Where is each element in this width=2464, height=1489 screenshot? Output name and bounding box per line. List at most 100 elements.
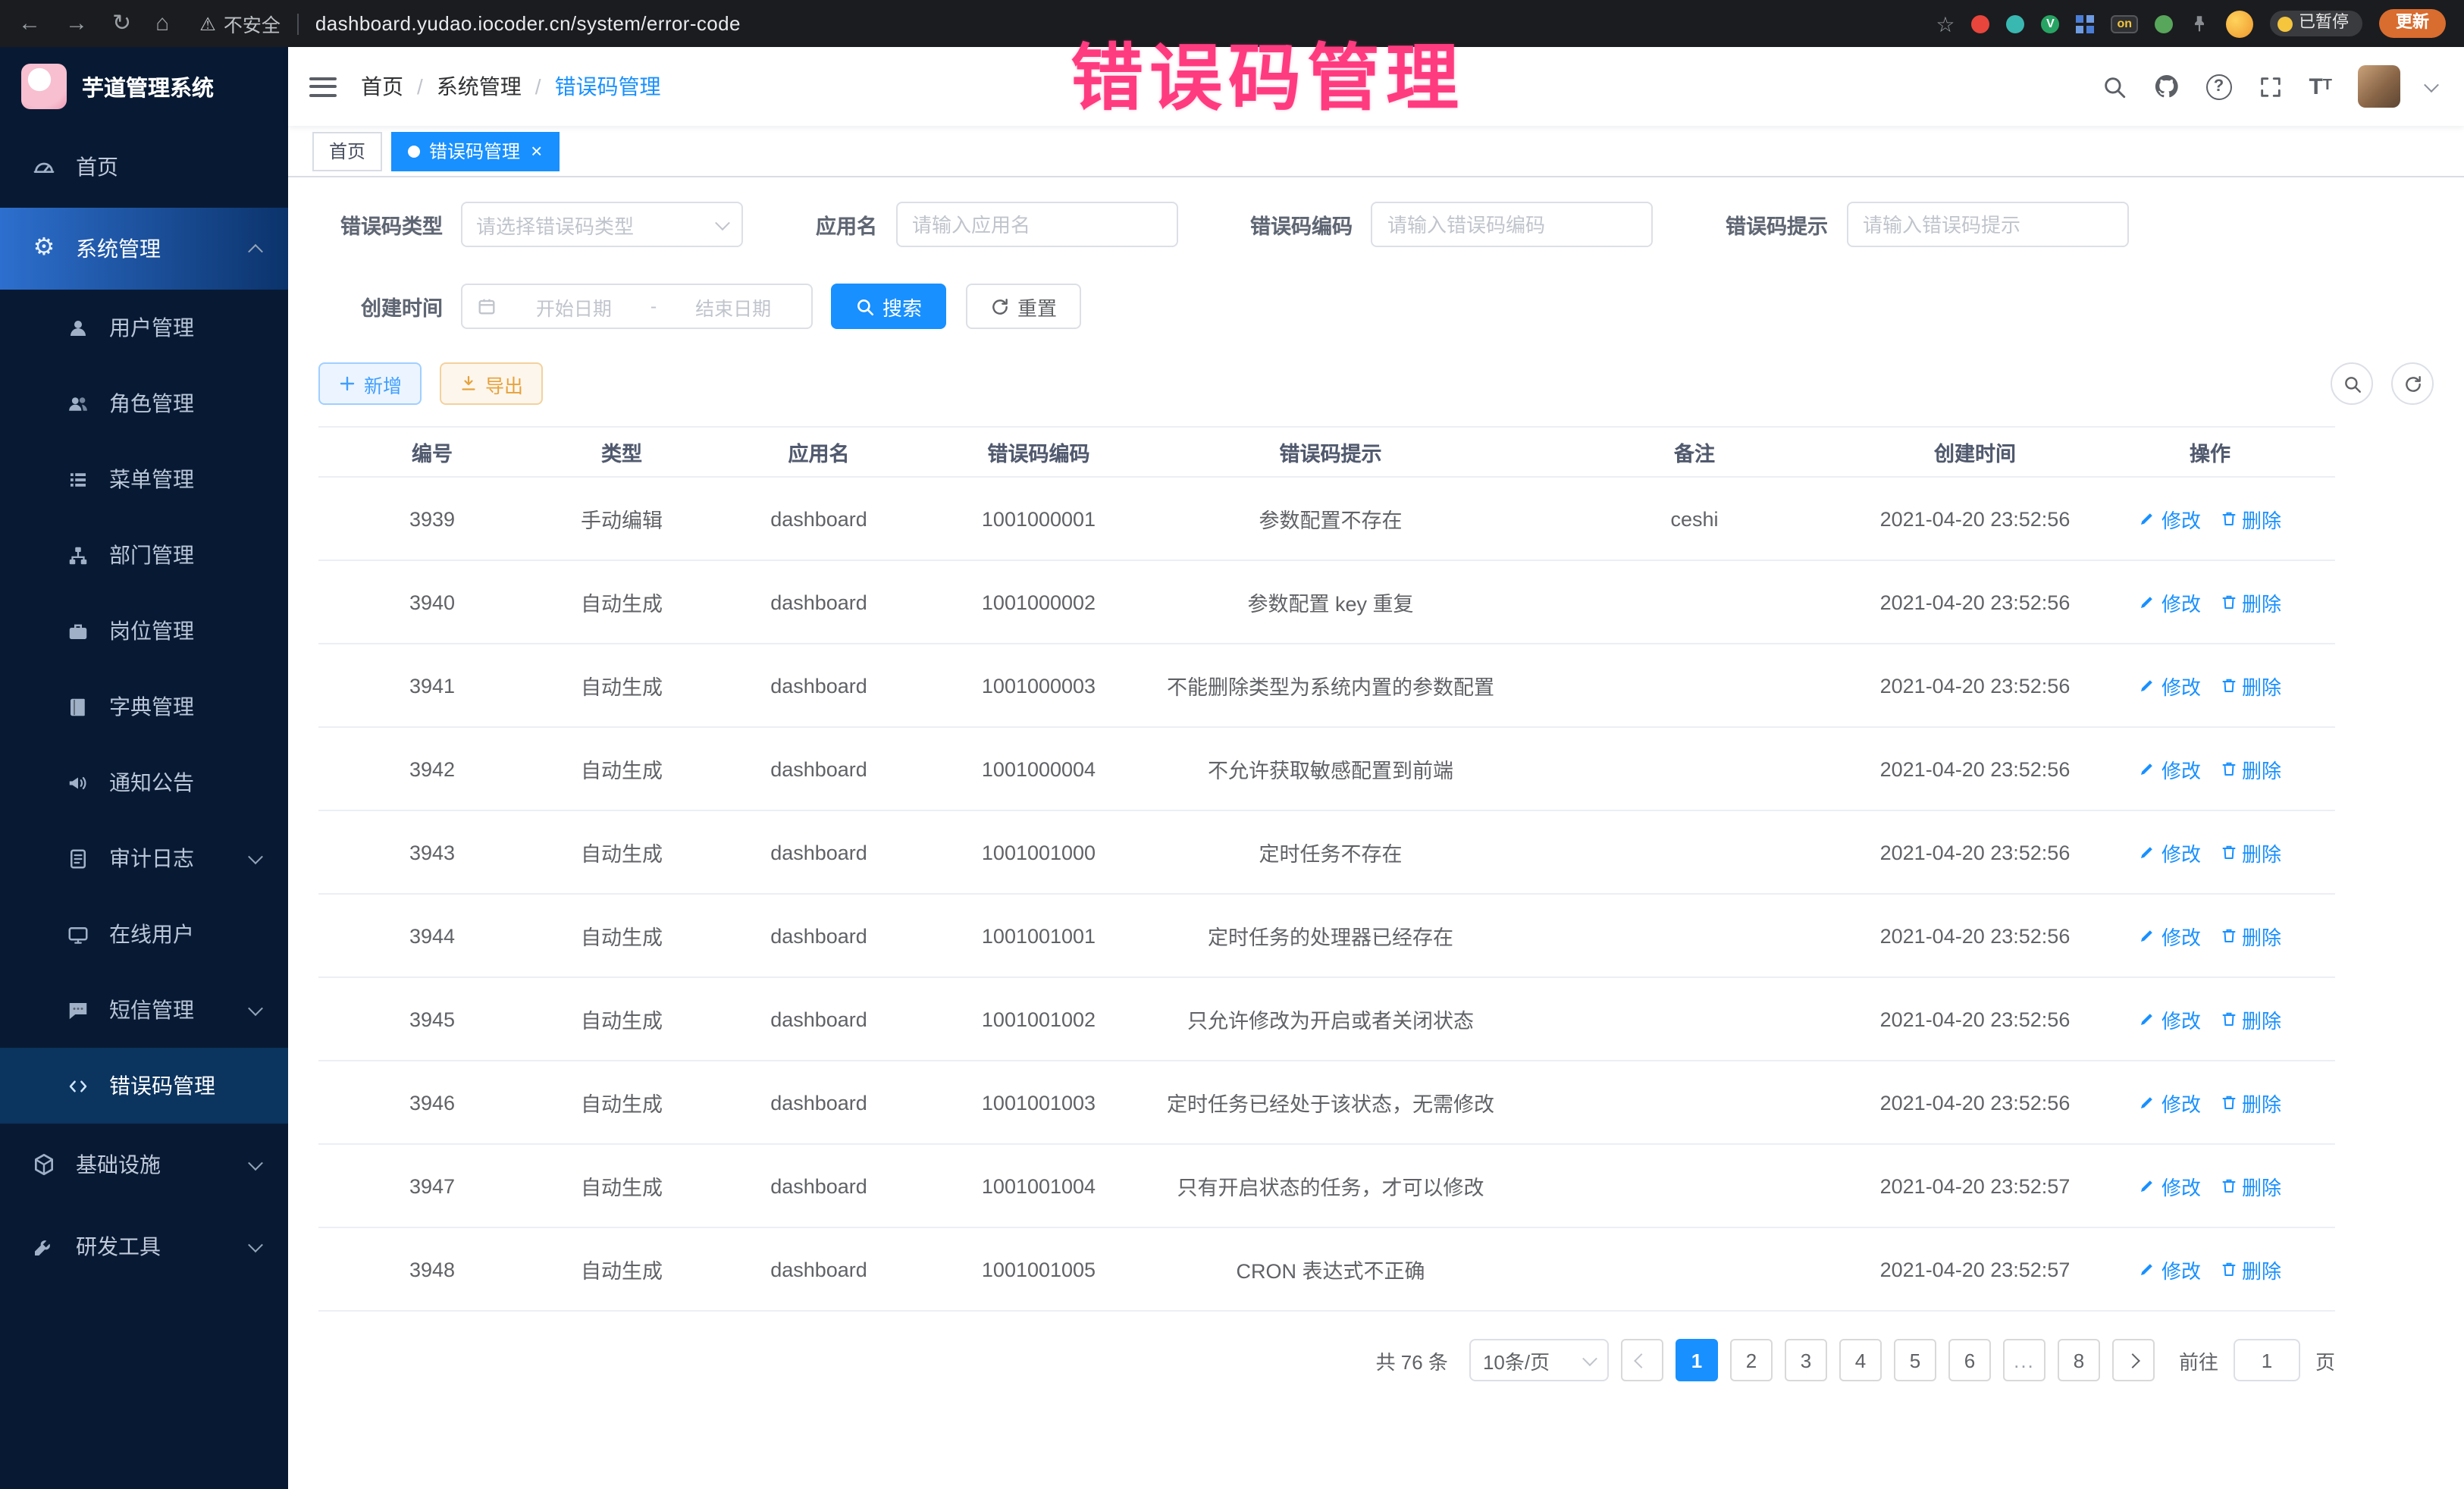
delete-link[interactable]: 删除 [2219, 1171, 2281, 1200]
edit-link[interactable]: 修改 [2139, 588, 2201, 616]
breadcrumb-item[interactable]: 系统管理 [437, 71, 522, 102]
add-button[interactable]: 新增 [318, 362, 422, 405]
edit-link[interactable]: 修改 [2139, 1005, 2201, 1033]
help-icon[interactable]: ? [2205, 74, 2231, 99]
sidebar-item-dept-tree[interactable]: 部门管理 [0, 517, 288, 593]
sidebar-item-sms[interactable]: 短信管理 [0, 972, 288, 1048]
tab-1[interactable]: 错误码管理× [391, 131, 559, 171]
back-icon[interactable]: ← [18, 12, 41, 35]
home-icon[interactable]: ⌂ [155, 12, 169, 35]
delete-link[interactable]: 删除 [2219, 504, 2281, 533]
browser-profile-avatar[interactable] [2226, 10, 2253, 37]
app-logo[interactable]: 芋道管理系统 [0, 47, 288, 126]
edit-link[interactable]: 修改 [2139, 1088, 2201, 1117]
sidebar-item-menu-list[interactable]: 菜单管理 [0, 441, 288, 517]
page-button[interactable]: 2 [1730, 1339, 1773, 1381]
edit-link[interactable]: 修改 [2139, 671, 2201, 700]
goto-page-input[interactable] [2234, 1339, 2300, 1381]
app-name-input[interactable] [895, 202, 1177, 247]
page-ellipsis-button[interactable]: ... [2003, 1339, 2045, 1381]
page-button[interactable]: 8 [2058, 1339, 2100, 1381]
sidebar-item-post[interactable]: 岗位管理 [0, 593, 288, 669]
delete-link[interactable]: 删除 [2219, 838, 2281, 867]
delete-link[interactable]: 删除 [2219, 588, 2281, 616]
pin-icon[interactable] [2190, 14, 2209, 33]
fullscreen-icon[interactable] [2257, 74, 2283, 99]
sidebar-item-label: 首页 [76, 152, 118, 182]
error-hint-input[interactable] [1846, 202, 2128, 247]
security-indicator[interactable]: ⚠ 不安全 [199, 9, 281, 38]
error-code-input[interactable] [1371, 202, 1653, 247]
cell-hint: CRON 表达式不正确 [1137, 1227, 1524, 1311]
font-size-icon[interactable]: TT [2309, 75, 2332, 98]
chevron-down-icon [250, 853, 261, 864]
extension-icon-green[interactable] [2155, 14, 2173, 33]
edit-link[interactable]: 修改 [2139, 838, 2201, 867]
logo-image [21, 64, 67, 109]
page-button[interactable]: 4 [1839, 1339, 1882, 1381]
edit-link[interactable]: 修改 [2139, 754, 2201, 783]
table-row: 3945自动生成dashboard1001001002只允许修改为开启或者关闭状… [318, 977, 2335, 1061]
sidebar-item-role[interactable]: 角色管理 [0, 365, 288, 441]
tab-close-icon[interactable]: × [531, 141, 542, 161]
page-size-select[interactable]: 10条/页 [1469, 1339, 1609, 1381]
edit-link[interactable]: 修改 [2139, 1255, 2201, 1284]
extension-icon-grid[interactable] [2076, 14, 2094, 33]
toggle-search-button[interactable] [2331, 362, 2373, 405]
sidebar-item-online-user[interactable]: 在线用户 [0, 896, 288, 972]
page-button[interactable]: 5 [1894, 1339, 1936, 1381]
tabs-bar: 首页错误码管理× [288, 126, 2464, 177]
github-icon[interactable] [2152, 73, 2180, 100]
reset-button[interactable]: 重置 [966, 284, 1081, 329]
edit-link[interactable]: 修改 [2139, 1171, 2201, 1200]
page-button[interactable]: 6 [1948, 1339, 1991, 1381]
chevron-left-icon [1635, 1353, 1650, 1368]
tab-0[interactable]: 首页 [312, 131, 382, 171]
sidebar-item-gear[interactable]: ⚙系统管理 [0, 208, 288, 290]
bookmark-star-icon[interactable]: ☆ [1936, 13, 1955, 34]
sidebar-item-log[interactable]: 审计日志 [0, 820, 288, 896]
page-button[interactable]: 1 [1676, 1339, 1718, 1381]
sidebar-item-tools[interactable]: 研发工具 [0, 1205, 288, 1287]
extension-icon-drop[interactable] [2006, 14, 2024, 33]
extension-icon-v[interactable]: V [2041, 14, 2059, 33]
create-time-range-picker[interactable]: 开始日期 - 结束日期 [461, 284, 813, 329]
update-button[interactable]: 更新 [2379, 9, 2446, 38]
export-button[interactable]: 导出 [440, 362, 543, 405]
url-bar[interactable]: dashboard.yudao.iocoder.cn/system/error-… [315, 12, 741, 35]
extension-on-badge[interactable]: on [2111, 14, 2138, 33]
sidebar-item-notice[interactable]: 通知公告 [0, 744, 288, 820]
sidebar-item-infra[interactable]: 基础设施 [0, 1124, 288, 1205]
extension-icon-record[interactable] [1971, 14, 1989, 33]
prev-page-button[interactable] [1621, 1339, 1663, 1381]
delete-link[interactable]: 删除 [2219, 671, 2281, 700]
delete-link[interactable]: 删除 [2219, 1255, 2281, 1284]
user-menu-caret-icon[interactable] [2426, 81, 2437, 92]
chevron-down-icon [248, 1155, 263, 1170]
sidebar-item-dashboard[interactable]: 首页 [0, 126, 288, 208]
header-search-icon[interactable] [2101, 74, 2127, 99]
refresh-table-button[interactable] [2391, 362, 2434, 405]
delete-link[interactable]: 删除 [2219, 754, 2281, 783]
error-type-select[interactable]: 请选择错误码类型 [461, 202, 743, 247]
next-page-button[interactable] [2112, 1339, 2155, 1381]
user-avatar[interactable] [2358, 65, 2400, 108]
sidebar-item-dict[interactable]: 字典管理 [0, 669, 288, 744]
edit-link[interactable]: 修改 [2139, 504, 2201, 533]
cell-code: 1001000001 [940, 477, 1137, 560]
sidebar-item-error-code[interactable]: 错误码管理 [0, 1048, 288, 1124]
delete-link[interactable]: 删除 [2219, 1005, 2281, 1033]
page-button[interactable]: 3 [1785, 1339, 1827, 1381]
breadcrumb-item[interactable]: 首页 [361, 71, 403, 102]
delete-link[interactable]: 删除 [2219, 1088, 2281, 1117]
paused-badge[interactable]: 已暂停 [2270, 11, 2362, 36]
sidebar-toggle-icon[interactable] [309, 77, 337, 96]
search-button[interactable]: 搜索 [831, 284, 946, 329]
reset-button-label: 重置 [1017, 292, 1057, 321]
reload-icon[interactable]: ↻ [112, 12, 131, 35]
edit-link[interactable]: 修改 [2139, 921, 2201, 950]
dept-tree-icon [64, 544, 91, 566]
delete-link[interactable]: 删除 [2219, 921, 2281, 950]
forward-icon[interactable]: → [65, 12, 88, 35]
sidebar-item-user[interactable]: 用户管理 [0, 290, 288, 365]
